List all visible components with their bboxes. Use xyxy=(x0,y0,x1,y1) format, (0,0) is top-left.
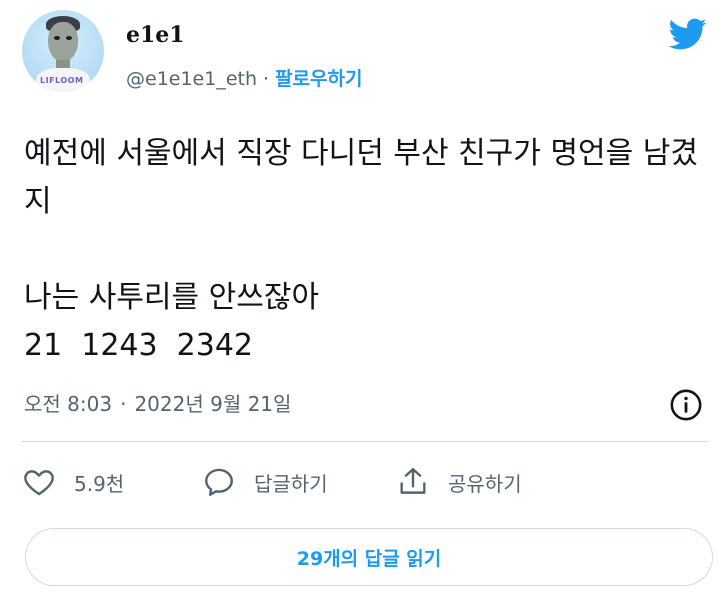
reply-label: 답글하기 xyxy=(254,471,328,496)
read-replies-button[interactable]: 29개의 답글 읽기 xyxy=(25,528,713,586)
like-count: 5.9천 xyxy=(74,471,125,496)
user-handle[interactable]: @e1e1e1_eth xyxy=(126,68,257,90)
info-icon[interactable] xyxy=(669,388,703,422)
avatar-face xyxy=(48,22,78,62)
like-button[interactable]: 5.9천 xyxy=(22,462,124,502)
avatar-eye-left xyxy=(54,36,60,40)
tweet-timestamp[interactable]: 오전 8:03 · 2022년 9월 21일 xyxy=(24,388,291,417)
action-bar: 5.9천 답글하기 공유하기 xyxy=(22,462,712,502)
share-icon xyxy=(400,468,426,494)
divider xyxy=(22,441,708,442)
handle-separator: · xyxy=(263,68,270,90)
tweet-time: 오전 8:03 xyxy=(24,392,113,416)
share-button[interactable]: 공유하기 xyxy=(396,462,522,502)
avatar-eye-right xyxy=(66,36,72,40)
avatar[interactable]: LIFLOOM xyxy=(22,10,104,92)
reply-button[interactable]: 답글하기 xyxy=(202,462,328,502)
handle-row: @e1e1e1_eth · 팔로우하기 xyxy=(126,64,362,91)
follow-button[interactable]: 팔로우하기 xyxy=(275,68,362,90)
share-label: 공유하기 xyxy=(448,471,522,496)
heart-icon xyxy=(24,470,54,496)
tweet-text: 예전에 서울에서 직장 다니던 부산 친구가 명언을 남겼지 나는 사투리를 안… xyxy=(24,136,698,363)
display-name[interactable]: e1e1 xyxy=(126,22,185,48)
avatar-shirt-logo: LIFLOOM xyxy=(40,76,84,85)
twitter-bird-icon[interactable] xyxy=(665,14,709,54)
tweet-date: 2022년 9월 21일 xyxy=(134,392,292,416)
speech-bubble-icon xyxy=(205,468,233,496)
timestamp-separator: · xyxy=(120,392,127,416)
tweet-header: LIFLOOM e1e1 @e1e1e1_eth · 팔로우하기 xyxy=(0,0,720,110)
